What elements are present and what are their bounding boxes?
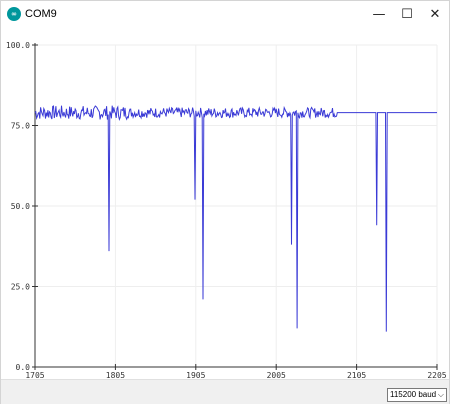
baud-rate-value: 115200 baud [390,390,437,399]
chevron-down-icon: ⌵ [437,390,444,399]
close-button[interactable]: ✕ [419,1,450,27]
title-bar: ∞ COM9 — ☐ ✕ [1,1,449,27]
x-tick-label: 1805 [106,371,125,379]
status-bar: 115200 baud ⌵ [1,379,449,404]
y-tick-label: 50.0 [11,202,30,211]
x-tick-label: 2205 [427,371,446,379]
arduino-icon: ∞ [7,7,21,21]
window-title: COM9 [25,8,57,20]
x-tick-label: 2005 [267,371,286,379]
baud-rate-select[interactable]: 115200 baud ⌵ [387,388,447,402]
x-tick-label: 2105 [347,371,366,379]
y-tick-label: 100.0 [6,41,30,50]
series-line [34,105,437,332]
x-tick-label: 1905 [186,371,205,379]
x-tick-label: 1705 [25,371,44,379]
y-tick-label: 75.0 [11,122,30,131]
plot-area: 0.0 25.0 50.0 75.0 100.0 1705 1805 1905 2005 2105… [1,27,449,379]
serial-plotter-window: ∞ COM9 — ☐ ✕ 0.0 25.0 50.0 75.0 100.0 1705 180… [0,0,450,404]
y-tick-label: 25.0 [11,283,30,292]
serial-plot-chart: 0.025.050.075.0100.01705 1805 1905 2005 2105… [6,41,447,379]
